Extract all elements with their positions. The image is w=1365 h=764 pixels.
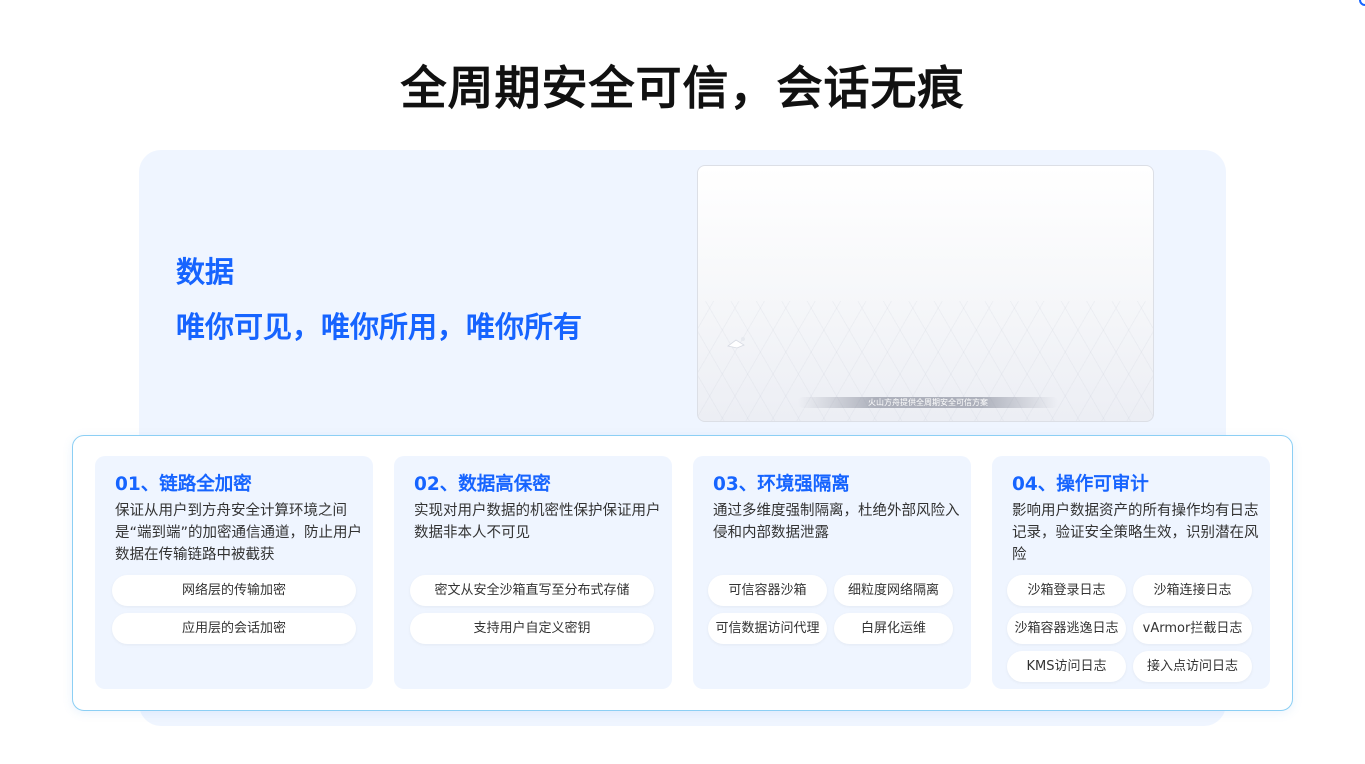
feature-tag: KMS访问日志 <box>1007 651 1126 682</box>
video-player[interactable]: 火山方舟提供全周期安全可信方案 <box>697 165 1154 422</box>
card-description: 实现对用户数据的机密性保护保证用户数据非本人不可见 <box>414 503 661 541</box>
feature-tag: 接入点访问日志 <box>1133 651 1252 682</box>
page-title: 全周期安全可信，会话无痕 <box>400 61 965 115</box>
card-title: 02、数据高保密 <box>414 474 551 495</box>
feature-tag: vArmor拦截日志 <box>1133 613 1252 644</box>
feature-tag: 网络层的传输加密 <box>112 575 356 606</box>
feature-card-isolation: 03、环境强隔离 通过多维度强制隔离，杜绝外部风险入侵和内部数据泄露 可信容器沙… <box>693 456 971 689</box>
hero-heading: 数据 <box>176 255 235 289</box>
hero-subheading: 唯你可见，唯你所用，唯你所有 <box>176 310 583 344</box>
feature-tag: 密文从安全沙箱直写至分布式存储 <box>410 575 654 606</box>
feature-tag: 白屏化运维 <box>834 613 953 644</box>
card-title: 03、环境强隔离 <box>713 474 850 495</box>
feature-card-confidentiality: 02、数据高保密 实现对用户数据的机密性保护保证用户数据非本人不可见 密文从安全… <box>394 456 672 689</box>
card-description: 保证从用户到方舟安全计算环境之间是“端到端”的加密通信通道，防止用户数据在传输链… <box>115 503 363 563</box>
feature-tag: 可信数据访问代理 <box>708 613 827 644</box>
feature-tag: 沙箱容器逃逸日志 <box>1007 613 1126 644</box>
feature-tag: 应用层的会话加密 <box>112 613 356 644</box>
corner-indicator-icon <box>1359 0 1365 6</box>
slide: 全周期安全可信，会话无痕 数据 唯你可见，唯你所用，唯你所有 火山方舟提供全周期… <box>0 0 1365 764</box>
feature-tag: 沙箱连接日志 <box>1133 575 1252 606</box>
logo-mark-icon <box>727 337 745 349</box>
card-title: 04、操作可审计 <box>1012 474 1149 495</box>
feature-tag: 细粒度网络隔离 <box>834 575 953 606</box>
feature-tag: 可信容器沙箱 <box>708 575 827 606</box>
feature-card-audit: 04、操作可审计 影响用户数据资产的所有操作均有日志记录，验证安全策略生效，识别… <box>992 456 1270 689</box>
card-description: 影响用户数据资产的所有操作均有日志记录，验证安全策略生效，识别潜在风险 <box>1012 503 1259 563</box>
card-title: 01、链路全加密 <box>115 474 252 495</box>
card-description: 通过多维度强制隔离，杜绝外部风险入侵和内部数据泄露 <box>713 503 960 541</box>
feature-tag: 支持用户自定义密钥 <box>410 613 654 644</box>
feature-tag: 沙箱登录日志 <box>1007 575 1126 606</box>
feature-card-encryption: 01、链路全加密 保证从用户到方舟安全计算环境之间是“端到端”的加密通信通道，防… <box>95 456 373 689</box>
video-subtitle: 火山方舟提供全周期安全可信方案 <box>868 398 988 407</box>
